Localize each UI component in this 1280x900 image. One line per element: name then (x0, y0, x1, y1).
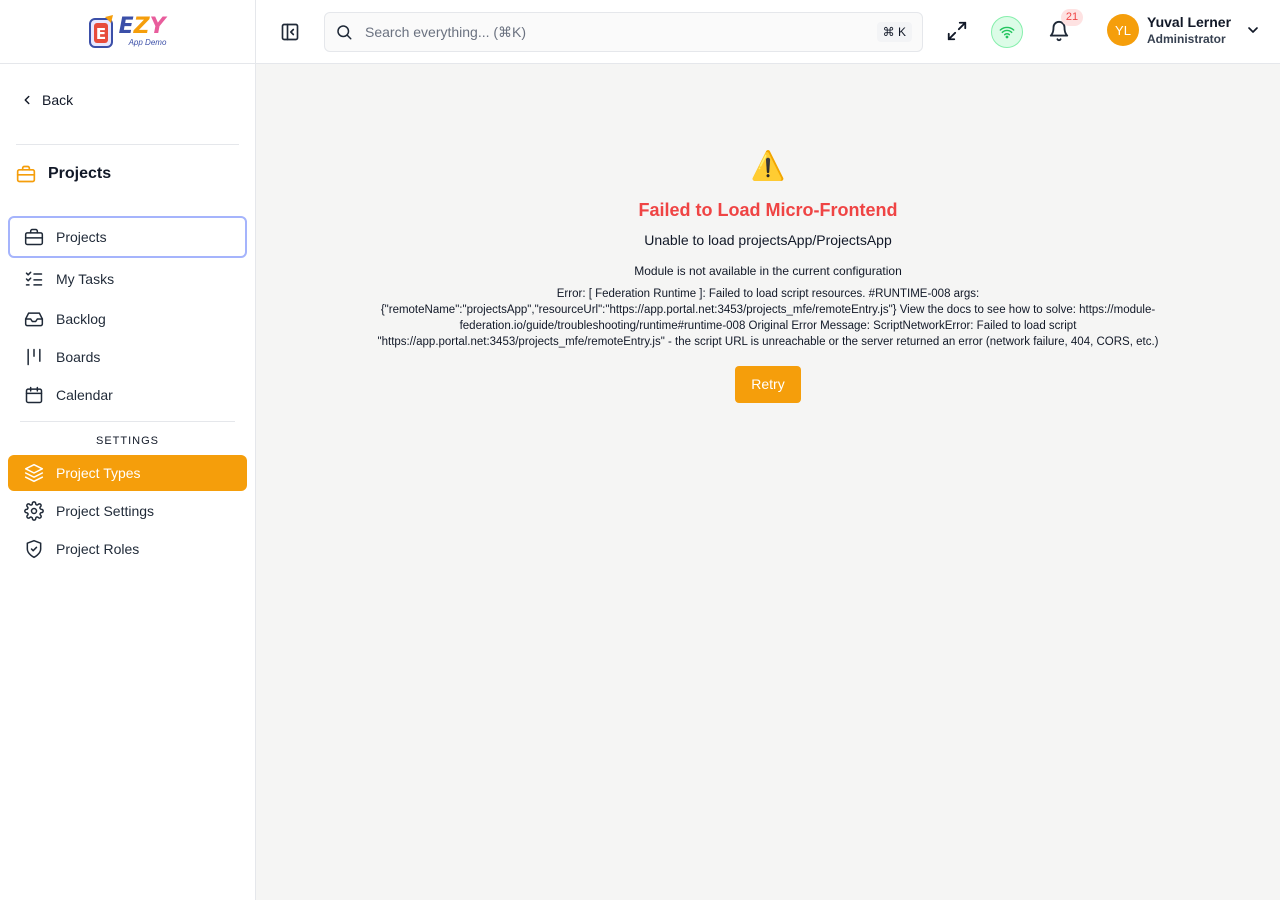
avatar: YL (1107, 14, 1139, 47)
project-nav: Projects My Tasks Backlog Boards Calenda… (8, 216, 247, 413)
sidebar-item-label: Backlog (56, 311, 106, 327)
user-menu[interactable]: YL Yuval Lerner Administrator (1107, 14, 1261, 47)
briefcase-icon (24, 228, 44, 246)
logo-wordmark: EZY (118, 14, 166, 39)
list-checks-icon (25, 271, 43, 286)
sidebar-item-project-types[interactable]: Project Types (8, 455, 247, 491)
error-title: Failed to Load Micro-Frontend (638, 200, 898, 220)
search-input[interactable] (365, 24, 845, 40)
back-link[interactable]: Back (20, 92, 73, 108)
fullscreen-icon[interactable] (946, 20, 968, 42)
sidebar-item-project-settings[interactable]: Project Settings (8, 493, 247, 529)
search-shortcut-hint: ⌘ K (876, 22, 912, 42)
connection-status-button[interactable] (991, 16, 1023, 48)
sidebar-collapse-icon[interactable] (280, 22, 300, 42)
settings-nav: Project Types Project Settings Project R… (8, 455, 247, 567)
kanban-icon (27, 348, 41, 366)
layers-icon (24, 463, 44, 483)
svg-text:E: E (95, 25, 105, 43)
logo-subtitle: App Demo (128, 38, 167, 47)
sidebar-divider (16, 144, 239, 145)
retry-button[interactable]: Retry (735, 366, 801, 403)
app-logo[interactable]: E EZY App Demo (88, 14, 167, 49)
chevron-down-icon (1248, 27, 1258, 34)
logo-mark-icon: E (88, 14, 113, 48)
warning-icon: ⚠️ (750, 150, 786, 181)
sidebar-item-label: Project Settings (56, 503, 155, 519)
shield-check-icon (26, 539, 42, 559)
sidebar-item-label: Project Types (56, 465, 141, 481)
back-label: Back (42, 92, 74, 108)
sidebar-item-boards[interactable]: Boards (8, 339, 247, 375)
briefcase-icon (16, 165, 36, 183)
error-subtitle: Unable to load projectsApp/ProjectsApp (644, 232, 892, 248)
sidebar-item-backlog[interactable]: Backlog (8, 301, 247, 337)
user-role: Administrator (1147, 31, 1226, 46)
section-title: Projects (16, 164, 111, 184)
sidebar-item-label: My Tasks (56, 271, 115, 287)
notification-badge: 21 (1061, 9, 1083, 26)
sidebar-item-label: Projects (56, 229, 107, 245)
error-detail: Error: [ Federation Runtime ]: Failed to… (377, 288, 1159, 348)
section-title-label: Projects (48, 165, 112, 182)
logo-area: E EZY App Demo (0, 0, 255, 64)
error-panel: ⚠️ Failed to Load Micro-Frontend Unable … (256, 150, 1280, 403)
user-meta: Yuval Lerner Administrator (1147, 14, 1231, 47)
logo-text: EZY App Demo (119, 16, 167, 47)
chevron-left-icon (24, 95, 30, 105)
sidebar-item-label: Calendar (56, 387, 113, 403)
sidebar-item-label: Boards (56, 349, 101, 365)
search-icon (337, 25, 352, 40)
calendar-icon (25, 386, 43, 404)
wifi-icon (999, 26, 1015, 39)
settings-heading: SETTINGS (95, 435, 159, 447)
inbox-icon (24, 312, 44, 327)
main-content: ⚠️ Failed to Load Micro-Frontend Unable … (256, 64, 1280, 900)
sidebar: E EZY App Demo Back Projects Projects My… (0, 0, 256, 900)
sidebar-item-calendar[interactable]: Calendar (8, 377, 247, 413)
gear-icon (24, 501, 44, 521)
error-module-message: Module is not available in the current c… (634, 264, 902, 278)
sidebar-item-projects[interactable]: Projects (8, 216, 247, 258)
sidebar-item-project-roles[interactable]: Project Roles (8, 531, 247, 567)
search-bar[interactable]: ⌘ K (324, 12, 923, 52)
sidebar-item-my-tasks[interactable]: My Tasks (8, 261, 247, 297)
sidebar-item-label: Project Roles (56, 541, 140, 557)
sidebar-divider (20, 421, 235, 422)
user-name: Yuval Lerner (1147, 14, 1232, 30)
top-header: ⌘ K 21 YL Yuval Lerner Administrator (256, 0, 1280, 64)
